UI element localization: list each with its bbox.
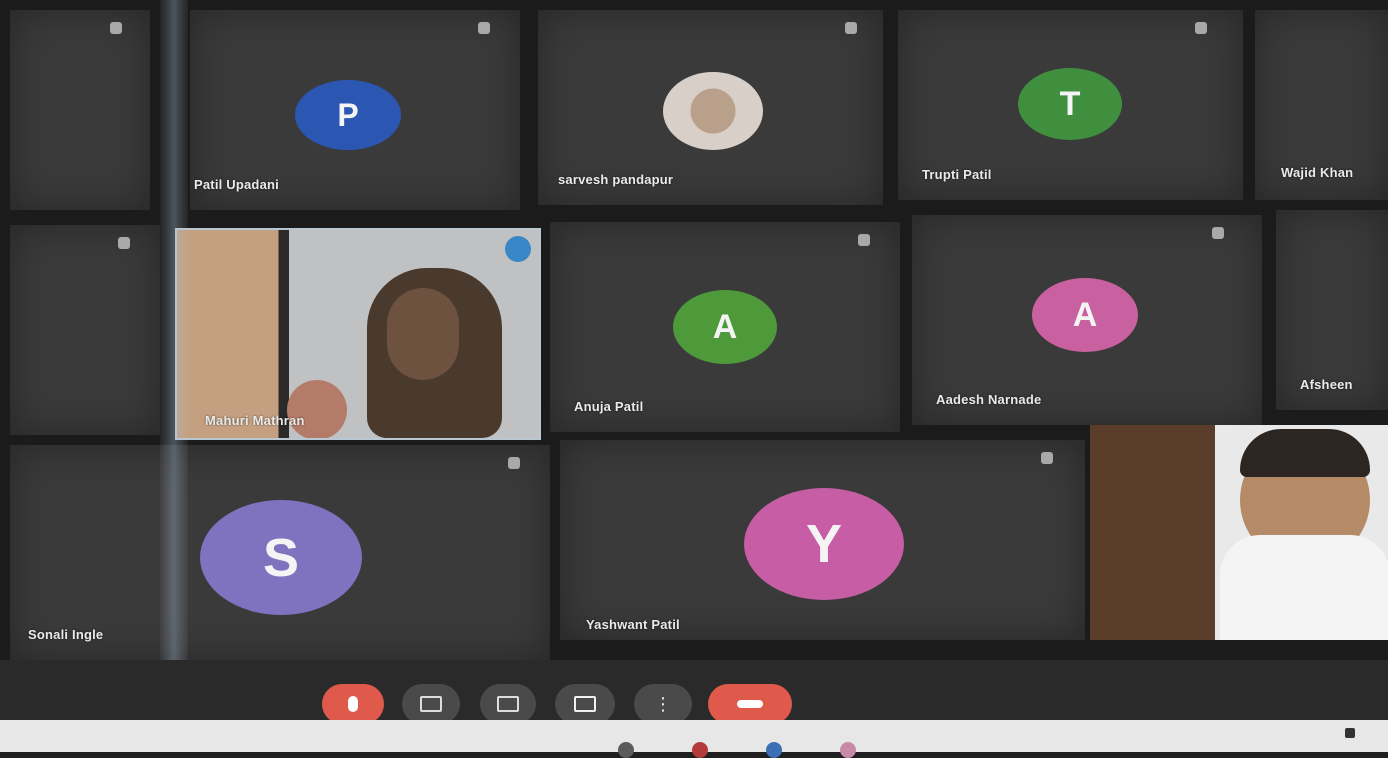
participant-name: sarvesh pandapur xyxy=(558,172,674,187)
participant-tile[interactable]: P Patil Upadani xyxy=(190,10,520,210)
participant-tile[interactable]: Y Yashwant Patil xyxy=(560,440,1085,640)
leave-call-button[interactable] xyxy=(708,684,792,724)
participant-tile[interactable]: Wajid Khan xyxy=(1255,10,1388,200)
system-tray-icon[interactable] xyxy=(1345,728,1355,738)
participant-name: Anuja Patil xyxy=(574,399,644,414)
present-button[interactable] xyxy=(555,684,615,724)
participant-tile[interactable]: sarvesh pandapur xyxy=(538,10,883,205)
leave-call-icon xyxy=(737,700,763,708)
mic-muted-icon xyxy=(478,22,490,34)
captions-button[interactable] xyxy=(480,684,536,724)
participant-name: Trupti Patil xyxy=(922,167,992,182)
avatar: T xyxy=(1018,68,1122,140)
mic-muted-icon xyxy=(508,457,520,469)
participant-name: Aadesh Narnade xyxy=(936,392,1042,407)
camera-icon xyxy=(420,696,442,712)
participant-name: Yashwant Patil xyxy=(586,617,680,632)
screen-glare xyxy=(160,0,188,752)
participant-name: Mahuri Mathran xyxy=(205,413,305,428)
mic-muted-icon xyxy=(845,22,857,34)
participant-video xyxy=(1090,425,1388,640)
mic-muted-icon xyxy=(1195,22,1207,34)
mic-muted-icon xyxy=(1212,227,1224,239)
avatar xyxy=(663,72,763,150)
call-controls-bar xyxy=(0,660,1388,720)
mic-muted-icon xyxy=(858,234,870,246)
speaking-indicator-icon xyxy=(505,236,531,262)
mic-toggle-button[interactable] xyxy=(322,684,384,724)
more-icon: ⋮ xyxy=(654,693,672,714)
participant-tile[interactable]: S Sonali Ingle xyxy=(10,445,550,660)
taskbar-app-icon[interactable] xyxy=(840,742,856,758)
mic-muted-icon xyxy=(118,237,130,249)
avatar: A xyxy=(1032,278,1138,352)
participant-name: Sonali Ingle xyxy=(28,627,104,642)
avatar: Y xyxy=(744,488,904,600)
avatar: S xyxy=(200,500,362,615)
captions-icon xyxy=(497,696,519,712)
participant-tile[interactable]: Afsheen xyxy=(1276,210,1388,410)
avatar: P xyxy=(295,80,401,150)
participant-name: Patil Upadani xyxy=(194,177,279,192)
present-icon xyxy=(574,696,596,712)
avatar: A xyxy=(673,290,777,364)
mic-icon xyxy=(348,696,358,712)
participant-tile[interactable]: T Trupti Patil xyxy=(898,10,1243,200)
participant-video-tile[interactable]: Mahuri Mathran xyxy=(175,228,541,440)
participant-video xyxy=(177,230,539,438)
participant-tile[interactable] xyxy=(10,225,160,435)
taskbar-app-icon[interactable] xyxy=(766,742,782,758)
participant-tile[interactable]: A Anuja Patil xyxy=(550,222,900,432)
participant-tile[interactable] xyxy=(10,10,150,210)
mic-muted-icon xyxy=(1041,452,1053,464)
taskbar-app-icon[interactable] xyxy=(618,742,634,758)
participant-name: Afsheen xyxy=(1300,377,1353,392)
more-options-button[interactable]: ⋮ xyxy=(634,684,692,724)
participant-tile[interactable]: A Aadesh Narnade xyxy=(912,215,1262,425)
participant-name: Wajid Khan xyxy=(1281,165,1354,180)
camera-toggle-button[interactable] xyxy=(402,684,460,724)
participant-video-tile[interactable] xyxy=(1090,425,1388,640)
mic-muted-icon xyxy=(110,22,122,34)
taskbar-app-icon[interactable] xyxy=(692,742,708,758)
